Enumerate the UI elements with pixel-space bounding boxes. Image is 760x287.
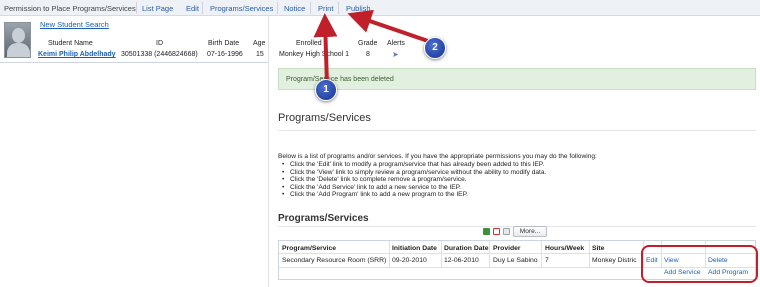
annotation-arrows <box>313 9 429 86</box>
step-badge-1: 1 <box>315 79 337 101</box>
arrow-to-print <box>313 13 338 86</box>
step-badge-2: 2 <box>424 37 446 59</box>
arrow-to-publish <box>347 9 429 43</box>
